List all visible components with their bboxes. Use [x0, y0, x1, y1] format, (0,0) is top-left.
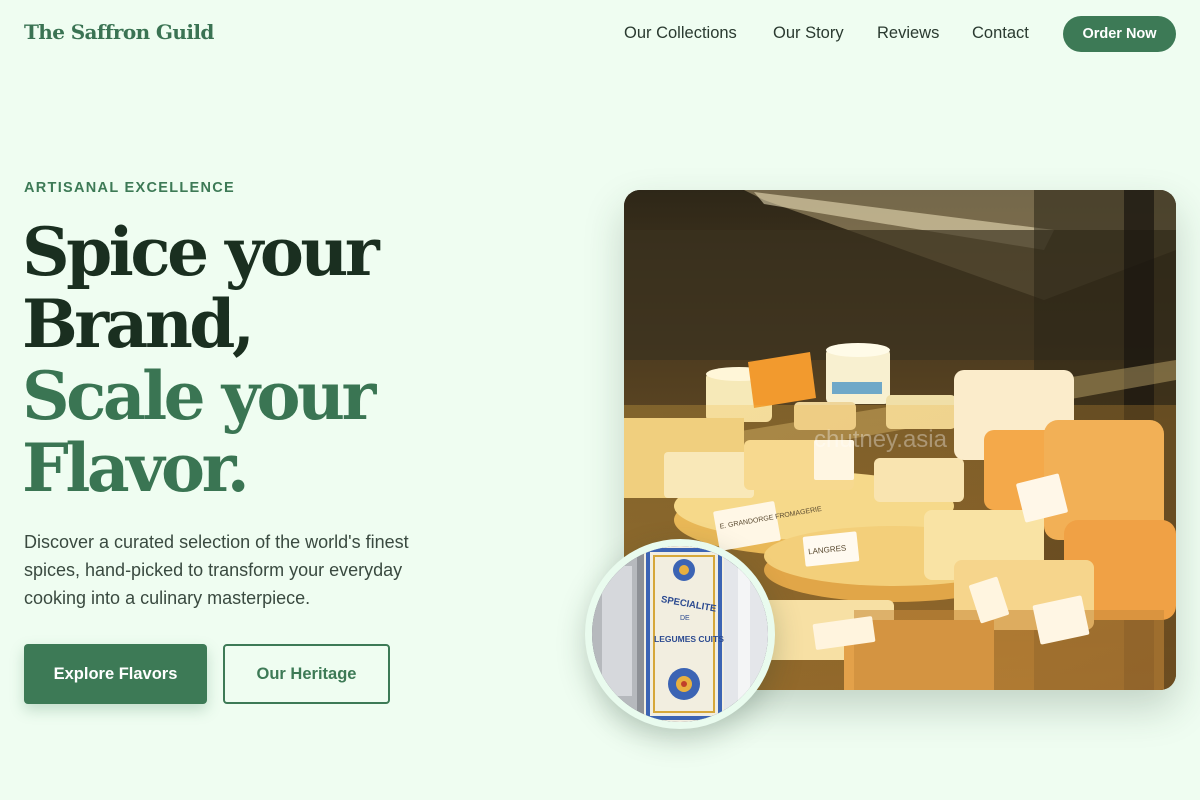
headline-line-4: Flavor. [22, 429, 250, 507]
site-header: The Saffron Guild Our Collections Our St… [0, 0, 1200, 68]
sign-text-legumes: LEGUMES CUITS [654, 634, 724, 644]
hero-eyebrow: ARTISANAL EXCELLENCE [24, 180, 236, 196]
headline-line-1: Spice your [22, 213, 380, 291]
brand-logo[interactable]: The Saffron Guild [24, 20, 214, 44]
explore-flavors-button[interactable]: Explore Flavors [24, 644, 207, 704]
hero-headline: Spice your Brand, Scale your Flavor. [22, 213, 380, 507]
nav-link-story[interactable]: Our Story [773, 24, 844, 43]
headline-line-2: Brand, [22, 285, 255, 363]
nav-link-reviews[interactable]: Reviews [877, 24, 939, 43]
sign-text-de: DE [680, 615, 690, 622]
image-watermark: chutney.asia [814, 426, 947, 453]
nav-link-contact[interactable]: Contact [972, 24, 1029, 43]
circular-image-tile-sign: SPECIALITE DE LEGUMES CUITS [585, 539, 775, 729]
hero-description: Discover a curated selection of the worl… [24, 532, 409, 608]
headline-line-3: Scale your [22, 357, 376, 435]
nav-link-collections[interactable]: Our Collections [624, 24, 737, 43]
order-now-button[interactable]: Order Now [1063, 16, 1176, 52]
our-heritage-button[interactable]: Our Heritage [223, 644, 390, 704]
